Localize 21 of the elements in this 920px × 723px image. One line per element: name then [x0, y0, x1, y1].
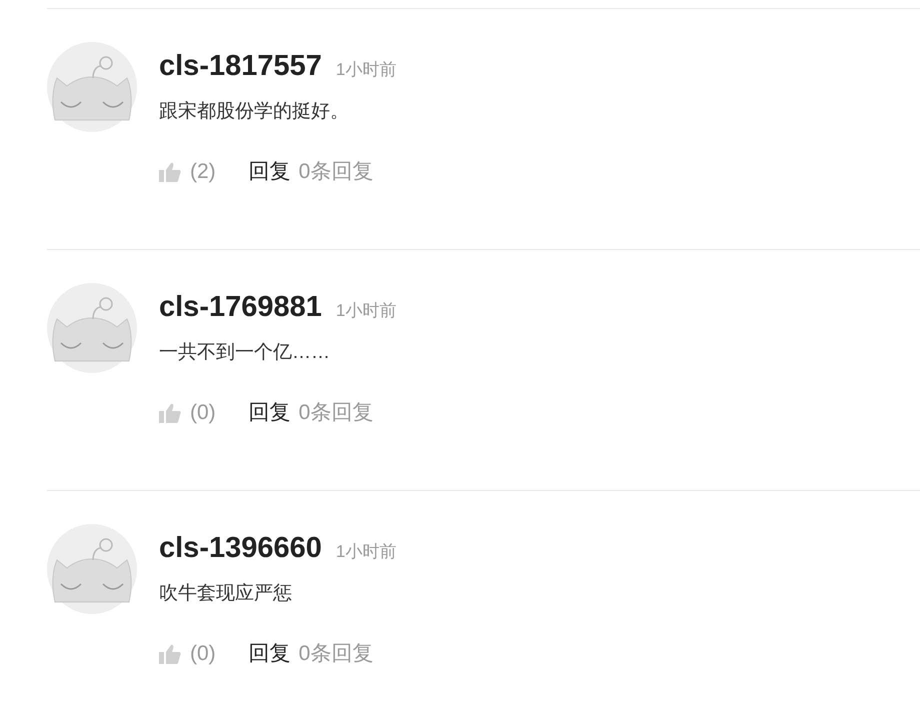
avatar-icon [47, 42, 137, 132]
like-count: (0) [190, 641, 216, 667]
timestamp: 1小时前 [336, 541, 396, 563]
thumbs-up-icon[interactable] [159, 402, 181, 423]
username[interactable]: cls-1396660 [159, 530, 322, 566]
reply-button[interactable]: 回复 [248, 156, 291, 188]
reply-button[interactable]: 回复 [248, 638, 291, 670]
timestamp: 1小时前 [336, 300, 396, 322]
thumbs-up-icon[interactable] [159, 644, 181, 664]
reply-button[interactable]: 回复 [248, 397, 291, 428]
avatar-icon [47, 524, 137, 614]
comment-text: 跟宋都股份学的挺好。 [159, 100, 350, 124]
avatar-icon [47, 283, 137, 373]
username[interactable]: cls-1817557 [159, 48, 322, 84]
timestamp: 1小时前 [336, 59, 396, 81]
comment-text: 一共不到一个亿…… [159, 341, 331, 365]
like-count: (0) [190, 400, 216, 426]
like-count: (2) [190, 159, 216, 185]
thumbs-up-icon[interactable] [159, 162, 181, 182]
comment-text: 吹牛套现应严惩 [159, 582, 293, 606]
username[interactable]: cls-1769881 [159, 289, 322, 325]
